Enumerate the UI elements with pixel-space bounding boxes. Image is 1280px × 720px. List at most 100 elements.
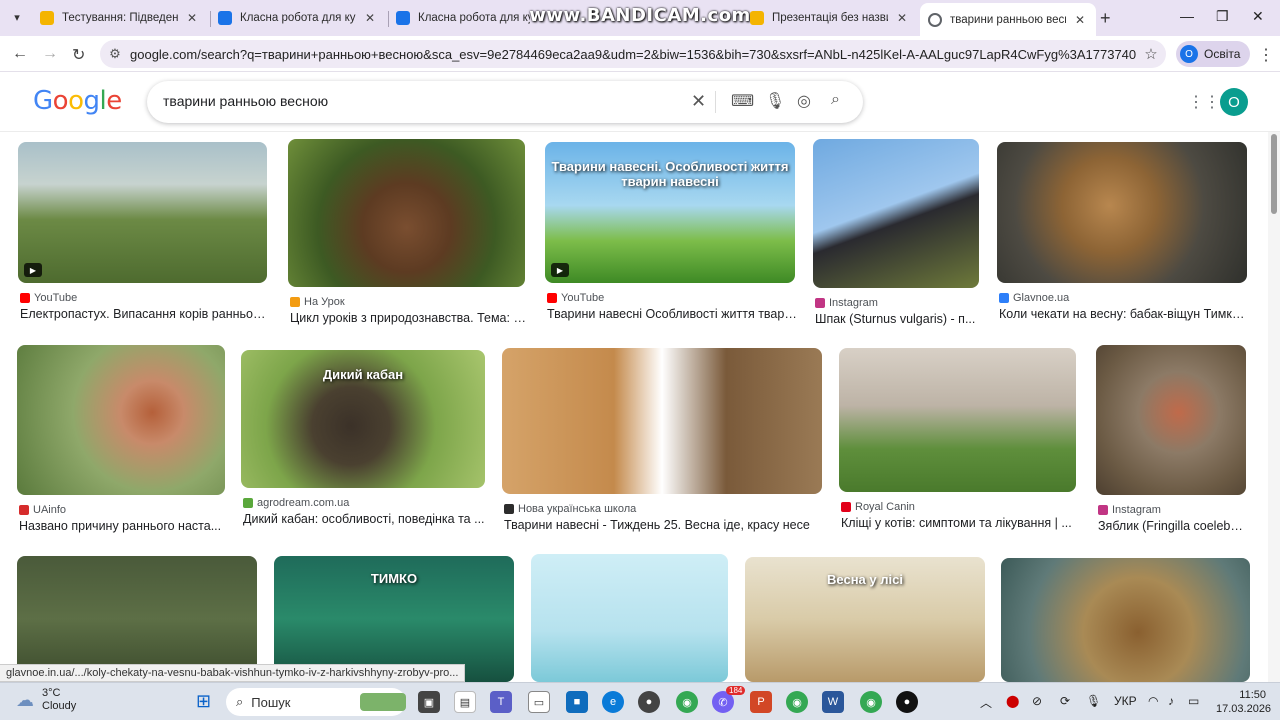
result-thumbnail[interactable] [1001, 558, 1250, 682]
result-thumbnail[interactable] [1096, 345, 1246, 495]
result-source[interactable]: YouTube [20, 292, 77, 304]
tab-title: тварини ранньою весною [950, 13, 1066, 26]
tray-chevron-icon[interactable]: ︿ [980, 694, 992, 711]
keyboard-icon[interactable]: ⌨ [731, 91, 754, 111]
site-info-icon[interactable]: ⚙ [100, 46, 130, 62]
result-source[interactable]: Нова українська школа [504, 503, 636, 515]
result-source[interactable]: Instagram [815, 297, 878, 309]
powerpoint-icon[interactable]: P [750, 691, 772, 713]
address-bar[interactable]: ⚙ google.com/search?q=тварини+ранньою+ве… [100, 40, 1166, 68]
google-logo[interactable]: Google [33, 86, 122, 116]
result-title[interactable]: Електропастух. Випасання корів ранньою..… [20, 307, 269, 321]
result-thumbnail[interactable] [813, 139, 979, 288]
result-thumbnail[interactable]: ▶ [18, 142, 267, 283]
minimize-icon[interactable]: — [1180, 8, 1194, 24]
result-thumbnail[interactable] [17, 345, 225, 495]
result-thumbnail[interactable]: Тварини навесні. Особливості життя твари… [545, 142, 795, 283]
tab-testing[interactable]: Тестування: Підведення п ✕ [32, 4, 208, 32]
tab-search-menu-icon[interactable]: ▾ [6, 6, 28, 28]
close-tab-icon[interactable]: ✕ [184, 11, 200, 25]
result-title[interactable]: Тварини навесні - Тиждень 25. Весна іде,… [504, 518, 824, 532]
language-indicator[interactable]: УКР [1114, 694, 1137, 708]
result-title[interactable]: Шпак (Sturnus vulgaris) - п... [815, 312, 981, 326]
search-highlight-image [360, 693, 406, 711]
bandicam-icon[interactable]: ● [896, 691, 918, 713]
chrome-profile-icon[interactable]: ◉ [786, 691, 808, 713]
result-source[interactable]: agrodream.com.ua [243, 497, 349, 509]
window-icon[interactable]: ▭ [528, 691, 550, 713]
video-play-icon: ▶ [24, 263, 42, 277]
result-title[interactable]: Зяблик (Fringilla coelebs)... [1098, 519, 1248, 533]
result-title[interactable]: Кліщі у котів: симптоми та лікування | .… [841, 516, 1078, 530]
tab-title: Класна робота для курсу [240, 12, 356, 24]
close-window-icon[interactable]: ✕ [1252, 8, 1264, 25]
result-thumbnail[interactable] [839, 348, 1076, 492]
restore-icon[interactable]: ❐ [1216, 8, 1229, 25]
weather-widget[interactable]: ☁ 3°C Cloudy [16, 687, 76, 713]
result-thumbnail[interactable] [997, 142, 1247, 283]
result-title[interactable]: Цикл уроків з природознавства. Тема: "..… [290, 311, 527, 325]
weather-desc: Cloudy [42, 700, 77, 712]
new-tab-icon[interactable]: + [1100, 8, 1111, 29]
forward-icon[interactable]: → [42, 45, 58, 63]
clear-search-icon[interactable]: ✕ [691, 91, 706, 112]
wifi-icon[interactable]: ◠ [1148, 694, 1158, 708]
tab-presentation[interactable]: Презентація без назви - G ✕ [742, 4, 918, 32]
close-tab-icon[interactable]: ✕ [1072, 13, 1088, 27]
scrollbar[interactable] [1268, 132, 1280, 682]
chrome-icon[interactable]: ◉ [676, 691, 698, 713]
word-icon[interactable]: W [822, 691, 844, 713]
teams-icon[interactable]: T [490, 691, 512, 713]
battery-icon[interactable]: ▭ [1188, 694, 1199, 708]
edge-icon[interactable]: e [602, 691, 624, 713]
search-input[interactable]: тварини ранньою весною [163, 93, 328, 109]
result-thumbnail[interactable] [288, 139, 525, 287]
windows-start-icon[interactable]: ⊞ [196, 691, 211, 712]
lens-camera-icon[interactable]: ◎ [797, 91, 811, 111]
close-tab-icon[interactable]: ✕ [894, 11, 910, 25]
result-source[interactable]: На Урок [290, 296, 345, 308]
taskbar-search[interactable]: ⌕ Пошук [226, 688, 406, 716]
result-thumbnail[interactable]: Весна у лісі [745, 557, 985, 682]
result-thumbnail[interactable]: Дикий кабан [241, 350, 485, 488]
close-tab-icon[interactable]: ✕ [362, 11, 378, 25]
app-icon[interactable]: ● [638, 691, 660, 713]
clock[interactable]: 11:50 17.03.2026 [1216, 688, 1271, 716]
profile-button[interactable]: О Освіта [1176, 41, 1251, 67]
chrome-active-icon[interactable]: ◉ [860, 691, 882, 713]
video-play-icon: ▶ [551, 263, 569, 277]
mic-icon[interactable]: 🎙 [1086, 694, 1101, 708]
result-source[interactable]: YouTube [547, 292, 604, 304]
record-icon[interactable]: ⬤ [1006, 694, 1019, 708]
search-box[interactable]: тварини ранньою весною ✕ ⌨ 🎙 ◎ ⌕ [147, 81, 863, 123]
browser-menu-icon[interactable]: ⋮ [1258, 45, 1274, 65]
task-view-icon[interactable]: ▣ [418, 691, 440, 713]
mute-eye-icon[interactable]: ⊘ [1032, 694, 1042, 708]
result-title[interactable]: Дикий кабан: особливості, поведінка та .… [243, 512, 487, 526]
sync-icon[interactable]: ⟳ [1060, 694, 1070, 708]
result-title[interactable]: Коли чекати на весну: бабак-віщун Тимко … [999, 307, 1249, 321]
bookmark-star-icon[interactable]: ☆ [1136, 45, 1166, 63]
reload-icon[interactable]: ↻ [72, 45, 85, 65]
result-source[interactable]: Glavnoe.ua [999, 292, 1069, 304]
tab-classwork-2[interactable]: Класна робота для курсу [388, 4, 538, 32]
tab-classwork-1[interactable]: Класна робота для курсу ✕ [210, 4, 386, 32]
result-source[interactable]: Instagram [1098, 504, 1161, 516]
result-title[interactable]: Названо причину раннього наста... [19, 519, 227, 533]
tab-search-active[interactable]: тварини ранньою весною ✕ [920, 3, 1096, 36]
widgets-icon[interactable]: ▤ [454, 691, 476, 713]
profile-avatar: О [1180, 45, 1198, 63]
address-url[interactable]: google.com/search?q=тварини+ранньою+весн… [130, 47, 1136, 62]
result-thumbnail[interactable] [502, 348, 822, 494]
back-icon[interactable]: ← [12, 45, 28, 63]
search-icon[interactable]: ⌕ [831, 91, 840, 109]
user-avatar[interactable]: О [1220, 88, 1248, 116]
store-icon[interactable]: ■ [566, 691, 588, 713]
result-thumbnail[interactable] [531, 554, 728, 682]
microphone-icon[interactable]: 🎙 [765, 91, 785, 111]
result-source[interactable]: UAinfo [19, 504, 66, 516]
source-favicon-icon [815, 298, 825, 308]
result-source[interactable]: Royal Canin [841, 501, 915, 513]
result-title[interactable]: Тварини навесні Особливості життя твари.… [547, 307, 797, 321]
volume-icon[interactable]: ♪ [1168, 694, 1174, 708]
